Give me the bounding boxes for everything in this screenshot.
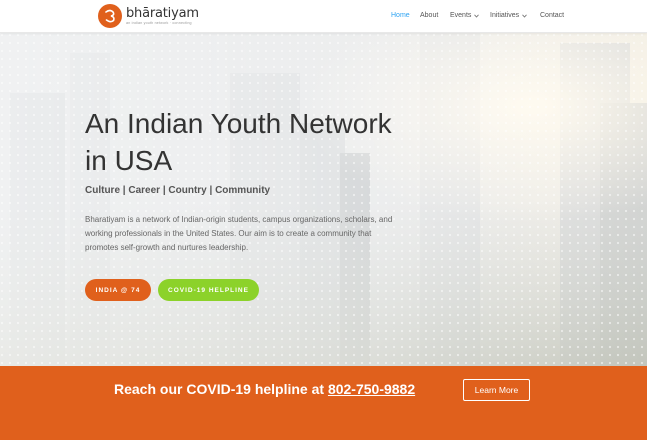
hero-title: An Indian Youth Network in USA xyxy=(85,108,392,176)
nav-contact[interactable]: Contact xyxy=(540,12,564,19)
nav-initiatives[interactable]: Initiatives xyxy=(490,12,528,19)
hero-subtitle: Culture | Career | Country | Community xyxy=(85,185,271,196)
nav-home[interactable]: Home xyxy=(391,12,410,19)
learn-more-button[interactable]: Learn More xyxy=(463,379,530,401)
hero-section: An Indian Youth Network in USA Culture |… xyxy=(0,33,647,366)
nav-initiatives-label: Initiatives xyxy=(490,12,520,19)
nav-about-label: About xyxy=(420,12,439,19)
helpline-phone-link[interactable]: 802-750-9882 xyxy=(328,381,415,397)
nav-about[interactable]: About xyxy=(420,12,438,19)
hero-description: Bharatiyam is a network of Indian-origin… xyxy=(85,215,393,252)
nav-contact-label: Contact xyxy=(540,12,565,19)
site-header: bhāratiyam an indian youth network · con… xyxy=(0,0,647,33)
learn-more-button-label: Learn More xyxy=(474,385,519,395)
india-74-button-label: INDIA @ 74 xyxy=(95,286,141,294)
nav-events[interactable]: Events xyxy=(450,12,480,19)
helpline-banner: Reach our COVID-19 helpline at 802-750-9… xyxy=(0,366,647,440)
logo-name: bhāratiyam xyxy=(126,5,199,21)
nav-home-label: Home xyxy=(391,12,410,19)
chevron-down-icon xyxy=(522,13,528,18)
logo-tagline: an indian youth network · connecting xyxy=(126,20,192,25)
hero-overlay xyxy=(0,33,647,366)
chevron-down-icon xyxy=(474,13,480,18)
banner-text: Reach our COVID-19 helpline at 802-750-9… xyxy=(114,381,415,397)
covid-helpline-button-label: COVID-19 HELPLINE xyxy=(168,286,249,294)
banner-message: Reach our COVID-19 helpline at xyxy=(114,381,328,397)
nav-events-label: Events xyxy=(450,12,472,19)
site-logo[interactable]: bhāratiyam an indian youth network · con… xyxy=(98,4,199,28)
logo-mark-icon xyxy=(98,4,122,28)
india-74-button[interactable]: INDIA @ 74 xyxy=(85,279,151,301)
covid-helpline-button[interactable]: COVID-19 HELPLINE xyxy=(158,279,259,301)
